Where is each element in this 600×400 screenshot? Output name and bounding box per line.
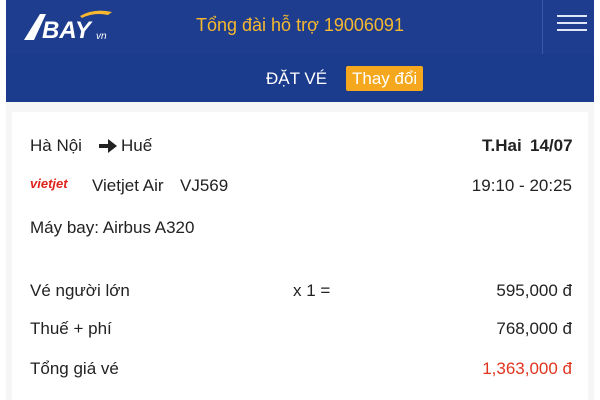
logo-suffix: vn (96, 31, 107, 42)
adult-quantity: x 1 = (293, 281, 331, 300)
flight-summary-card: Hà Nội Huế T.Hai 14/07 vietjet Vietjet A… (6, 102, 594, 400)
airline-name: Vietjet Air (92, 176, 164, 195)
flight-day: T.Hai (482, 136, 522, 155)
change-button[interactable]: Thay đổi (346, 66, 424, 91)
flight-date: 14/07 (530, 136, 573, 155)
adult-fare-label: Vé người lớn (30, 281, 130, 300)
abay-logo[interactable]: BAY vn (20, 6, 120, 46)
destination-city: Huế (121, 136, 153, 155)
total-price-value: 1,363,000 đ (482, 359, 572, 378)
origin-city: Hà Nội (30, 136, 82, 155)
booking-bar: ĐẶT VÉ Thay đổi (6, 54, 594, 102)
adult-fare-price: 595,000 đ (496, 281, 572, 300)
top-header: BAY vn Tổng đài hỗ trợ 19006091 (6, 0, 594, 54)
total-price-label: Tổng giá vé (30, 359, 119, 378)
tax-fee-label: Thuế + phí (30, 319, 112, 338)
vietjet-logo-text: vietjet (30, 176, 68, 191)
logo-text: BAY (42, 17, 93, 44)
tax-fee-price: 768,000 đ (496, 319, 572, 338)
aircraft-info: Máy bay: Airbus A320 (30, 218, 195, 237)
booking-title: ĐẶT VÉ (266, 69, 328, 88)
flight-summary-body: Hà Nội Huế T.Hai 14/07 vietjet Vietjet A… (12, 112, 588, 400)
hamburger-menu-icon[interactable] (544, 0, 594, 54)
vietjet-logo: vietjet (30, 176, 68, 191)
arrow-right-icon (99, 139, 117, 153)
menu-divider (542, 0, 543, 54)
flight-time: 19:10 - 20:25 (471, 176, 572, 195)
hotline-text[interactable]: Tổng đài hỗ trợ 19006091 (196, 15, 404, 36)
flight-number: VJ569 (180, 176, 229, 195)
